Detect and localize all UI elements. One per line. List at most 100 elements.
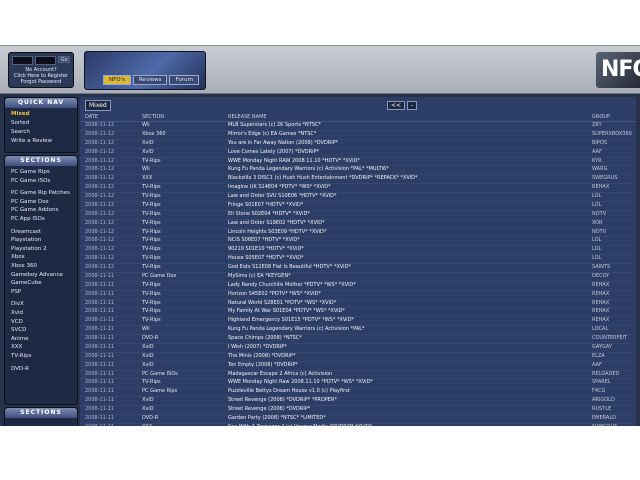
sidebar-section-item[interactable]: Xbox <box>11 254 25 260</box>
site-logo[interactable]: NFO <box>596 52 640 88</box>
sidebar-section-item[interactable]: PSP <box>11 289 21 295</box>
release-name-link[interactable]: Law and Order SVU S10E06 *HDTV* *XViD* <box>228 193 588 200</box>
pager-page-select[interactable]: - <box>407 101 418 110</box>
quicknav-item-mixed[interactable]: Mixed <box>11 111 30 117</box>
release-name-link[interactable]: Sex With A Teenager 4 (c) Voyeur Media *… <box>228 424 588 426</box>
release-name-link[interactable]: WWE Monday Night RAW 2008.11.10 *HDTV* *… <box>228 158 588 165</box>
table-row[interactable]: 2008-11-11 TV-Rips Horizon S45E02 *PDTV* *… <box>80 291 636 300</box>
table-row[interactable]: 2008-11-11 TV-Rips Lady Randy Churchills M… <box>80 282 636 291</box>
table-row[interactable]: 2008-11-12 TV-Rips House S05E07 *HDTV* *XV… <box>80 255 636 264</box>
release-name-link[interactable]: Imagine UK S14E04 *PDTV* *WS* *XViD* <box>228 184 588 191</box>
release-name-link[interactable]: You are in Far Away Nation (2008) *DVDRi… <box>228 140 588 147</box>
release-name-link[interactable]: Street Revenge (2008) *DVDRiP* *PROPER* <box>228 397 588 404</box>
table-row[interactable]: 2008-11-11 PC Game Dox MySims (c) EA *KEYG… <box>80 273 636 282</box>
release-name-link[interactable]: Puzzleville Bettys Dream House v1.0 (c) … <box>228 388 588 395</box>
table-row[interactable]: 2008-11-11 PC Game ISOs Madagascar Escape … <box>80 371 636 380</box>
column-group[interactable]: GROUP <box>592 113 610 121</box>
release-name-link[interactable]: Madagascar Escape 2 Africa (c) Activisio… <box>228 371 588 378</box>
table-row[interactable]: 2008-11-12 XXX Blackzilla 3 DISC1 (c) Hush… <box>80 175 636 185</box>
table-row[interactable]: 2008-11-12 TV-Rips Law and Order S19E02 *H… <box>80 220 636 229</box>
table-row[interactable]: 2008-11-12 XviD You are in Far Away Nation… <box>80 140 636 149</box>
release-name-link[interactable]: Space Chimps (2008) *NTSC* <box>228 335 588 342</box>
release-name-link[interactable]: Highland Emergency S01E15 *PDTV* *WS* *X… <box>228 317 588 324</box>
sidebar-section-item[interactable]: PC Game ISOs <box>11 178 50 184</box>
release-name-link[interactable]: Natural World S28E01 *PDTV* *WS* *XViD* <box>228 300 588 307</box>
sidebar-section-item[interactable]: Anime <box>11 336 29 342</box>
table-row[interactable]: 2008-11-12 Xbox 360 Mirror's Edge (c) EA G… <box>80 131 636 140</box>
table-row[interactable]: 2008-11-12 TV-Rips Lincoln Heights S03E09 … <box>80 229 636 238</box>
release-name-link[interactable]: Horizon S45E02 *PDTV* *WS* *XViD* <box>228 291 588 298</box>
release-name-link[interactable]: Kung Fu Panda Legendary Warriors (c) Act… <box>228 326 588 333</box>
table-row[interactable]: 2008-11-11 TV-Rips Highland Emergency S01E… <box>80 317 636 327</box>
table-row[interactable]: 2008-11-12 TV-Rips 90210 S01E10 *HDTV* *XV… <box>80 246 636 256</box>
table-row[interactable]: 2008-11-11 DVD-R Garden Party (2008) *NTSC… <box>80 415 636 424</box>
release-name-link[interactable]: Fringe S01E07 *HDTV* *XViD* <box>228 202 588 209</box>
table-row[interactable]: 2008-11-12 Wii Kung Fu Panda Legendary War… <box>80 166 636 176</box>
sidebar-section-item[interactable]: PC Game Rip Patches <box>11 190 70 196</box>
table-row[interactable]: 2008-11-12 TV-Rips Fringe S01E07 *HDTV* *X… <box>80 202 636 211</box>
release-name-link[interactable]: WWE Monday Night Raw 2008.11.10 *PDTV* *… <box>228 379 588 386</box>
sidebar-section-item[interactable]: Xvid <box>11 310 23 316</box>
release-name-link[interactable]: Mirror's Edge (c) EA Games *NTSC* <box>228 131 588 138</box>
table-row[interactable]: 2008-11-11 TV-Rips Natural World S28E01 *P… <box>80 300 636 309</box>
release-name-link[interactable]: MLB Superstars (c) 2K Sports *NTSC* <box>228 122 588 129</box>
release-name-link[interactable]: House S05E07 *HDTV* *XViD* <box>228 255 588 262</box>
sidebar-section-item[interactable]: SVCD <box>11 327 26 333</box>
quicknav-item-write-review[interactable]: Write a Review <box>11 138 52 144</box>
sidebar-section-item[interactable]: Playstation <box>11 237 41 243</box>
column-date[interactable]: DATE <box>85 113 98 121</box>
release-name-link[interactable]: Lincoln Heights S03E09 *HDTV* *XViD* <box>228 229 588 236</box>
sidebar-section-item[interactable]: Xbox 360 <box>11 263 37 269</box>
table-row[interactable]: 2008-11-12 TV-Rips Imagine UK S14E04 *PDTV… <box>80 184 636 193</box>
sidebar-section-item[interactable]: VCD <box>11 319 23 325</box>
sidebar-section-item[interactable]: Playstation 2 <box>11 246 47 252</box>
sidebar-section-item[interactable]: Dreamcast <box>11 229 41 235</box>
release-name-link[interactable]: My Family At War S01E04 *PDTV* *WS* *XVi… <box>228 308 588 315</box>
release-name-link[interactable]: Ten Empty (2008) *DVDRiP* <box>228 362 588 369</box>
table-row[interactable]: 2008-11-11 XviD Ten Empty (2008) *DVDRiP* A… <box>80 362 636 371</box>
forgot-password-link[interactable]: Forgot Password <box>9 79 73 85</box>
release-name-link[interactable]: Lady Randy Churchills Mother *PDTV* *WS*… <box>228 282 588 289</box>
release-name-link[interactable]: NCIS S06E07 *HDTV* *XViD* <box>228 237 588 244</box>
table-row[interactable]: 2008-11-12 XviD Love Comes Lately (2007) *… <box>80 149 636 158</box>
sidebar-section-item[interactable]: Gameboy Advance <box>11 272 63 278</box>
table-row[interactable]: 2008-11-11 XviD I Wish (2007) *DVDRiP* GAYG… <box>80 344 636 353</box>
quicknav-item-search[interactable]: Search <box>11 129 30 135</box>
table-row[interactable]: 2008-11-11 TV-Rips WWE Monday Night Raw 20… <box>80 379 636 389</box>
release-name-link[interactable]: God Eats S12E08 Flat Is Beautiful *HDTV*… <box>228 264 588 271</box>
sidebar-section-item[interactable]: DivX <box>11 301 24 307</box>
release-name-link[interactable]: 90210 S01E10 *HDTV* *XViD* <box>228 246 588 253</box>
column-release-name[interactable]: RELEASE NAME <box>228 113 267 121</box>
sidebar-section-item[interactable]: PC Game Addons <box>11 207 58 213</box>
sidebar-section-item[interactable]: DVD-R <box>11 366 29 372</box>
release-name-link[interactable]: Love Comes Lately (2007) *DVDRiP* <box>228 149 588 156</box>
column-section[interactable]: SECTION <box>142 113 164 121</box>
table-row[interactable]: 2008-11-12 Wii MLB Superstars (c) 2K Sport… <box>80 122 636 131</box>
release-name-link[interactable]: The Minis (2008) *DVDRiP* <box>228 353 588 360</box>
table-row[interactable]: 2008-11-11 TV-Rips My Family At War S01E04… <box>80 308 636 318</box>
table-row[interactable]: 2008-11-12 TV-Rips God Eats S12E08 Flat Is… <box>80 264 636 273</box>
release-name-link[interactable]: Kung Fu Panda Legendary Warriors (c) Act… <box>228 166 588 173</box>
release-name-link[interactable]: Eli Stone S02E04 *HDTV* *XViD* <box>228 211 588 218</box>
password-input[interactable] <box>35 56 57 65</box>
table-row[interactable]: 2008-11-11 XXXSex With A Teenager 4 (c) V… <box>80 424 636 426</box>
tab-reviews[interactable]: Reviews <box>132 75 168 85</box>
release-name-link[interactable]: I Wish (2007) *DVDRiP* <box>228 344 588 351</box>
pager-first-button[interactable]: << <box>387 101 406 110</box>
sidebar-section-item[interactable]: TV-Rips <box>11 353 32 359</box>
table-row[interactable]: 2008-11-11 PC Game Rips Puzzleville Bettys… <box>80 388 636 398</box>
table-row[interactable]: 2008-11-12 TV-Rips Eli Stone S02E04 *HDTV*… <box>80 211 636 220</box>
release-name-link[interactable]: Law and Order S19E02 *HDTV* *XViD* <box>228 220 588 227</box>
table-row[interactable]: 2008-11-12 TV-Rips NCIS S06E07 *HDTV* *XVi… <box>80 237 636 247</box>
table-row[interactable]: 2008-11-11 DVD-R Space Chimps (2008) *NTSC… <box>80 335 636 344</box>
username-input[interactable] <box>12 56 34 65</box>
sidebar-section-item[interactable]: GameCube <box>11 280 42 286</box>
login-go-button[interactable]: Go <box>58 56 70 63</box>
table-row[interactable]: 2008-11-11 XviD Street Revenge (2008) *DVD… <box>80 397 636 406</box>
release-name-link[interactable]: MySims (c) EA *KEYGEN* <box>228 273 588 280</box>
quicknav-item-sorted[interactable]: Sorted <box>11 120 29 126</box>
table-row[interactable]: 2008-11-11 XviD Street Revenge (2008) *DVD… <box>80 406 636 415</box>
tab-forum[interactable]: Forum <box>169 75 199 85</box>
table-row[interactable]: 2008-11-11 Wii Kung Fu Panda Legendary War… <box>80 326 636 335</box>
tab-nfos[interactable]: NFO's <box>103 75 131 85</box>
